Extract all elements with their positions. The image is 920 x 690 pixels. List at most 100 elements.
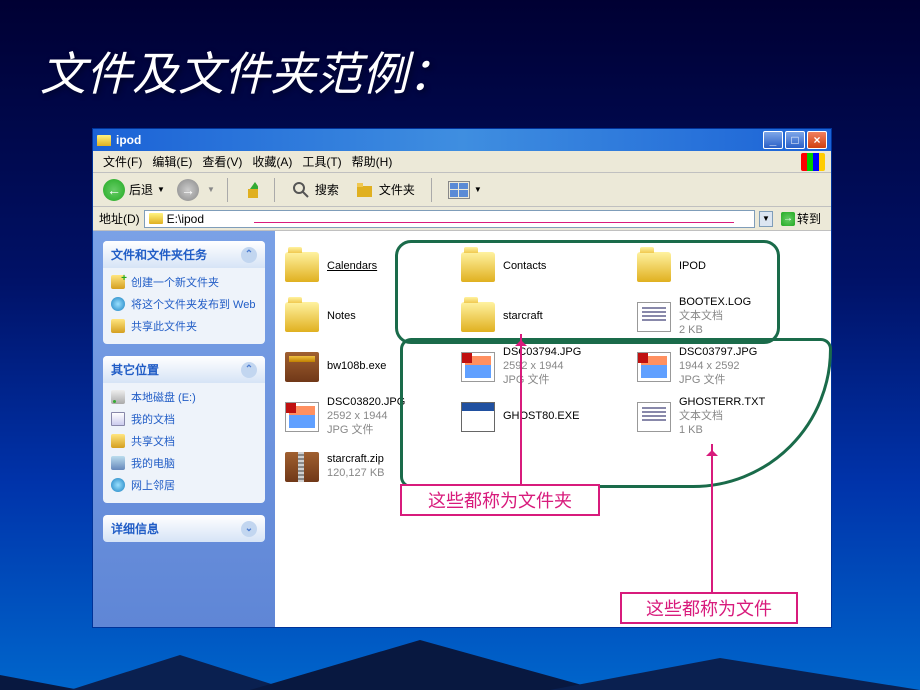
menu-favorites[interactable]: 收藏(A) — [248, 151, 296, 172]
folders-label: 文件夹 — [379, 181, 415, 198]
address-path: E:\ipod — [167, 212, 204, 226]
panel-tasks-title: 文件和文件夹任务 — [111, 246, 207, 263]
computer-icon — [111, 456, 125, 470]
expand-icon: ⌄ — [241, 521, 257, 537]
item-name: IPOD — [679, 260, 706, 274]
globe-icon — [111, 297, 125, 311]
views-icon — [448, 181, 470, 199]
task-label: 共享此文件夹 — [131, 318, 197, 334]
address-bar: 地址(D) E:\ipod ▼ → 转到 — [93, 207, 831, 231]
chevron-down-icon: ▼ — [157, 185, 165, 194]
folder-calendars[interactable]: Calendars — [285, 245, 453, 289]
address-dropdown[interactable]: ▼ — [759, 211, 773, 227]
xp-logo-icon — [801, 153, 825, 171]
folder-contacts[interactable]: Contacts — [461, 245, 629, 289]
folder-icon — [461, 252, 495, 282]
panel-details-header[interactable]: 详细信息 ⌄ — [103, 515, 265, 542]
file-ghosterr-txt[interactable]: GHOSTERR.TXT文本文档1 KB — [637, 395, 805, 439]
jpg-icon — [637, 352, 671, 382]
go-label: 转到 — [797, 210, 821, 227]
item-meta: 2592 x 1944 — [503, 360, 581, 374]
file-dsc03797[interactable]: DSC03797.JPG1944 x 2592JPG 文件 — [637, 345, 805, 389]
place-shared-docs[interactable]: 共享文档 — [111, 433, 257, 449]
address-field[interactable]: E:\ipod — [144, 210, 755, 228]
task-label: 创建一个新文件夹 — [131, 274, 219, 290]
folder-icon — [285, 302, 319, 332]
task-publish-web[interactable]: 将这个文件夹发布到 Web — [111, 296, 257, 312]
folder-ipod[interactable]: IPOD — [637, 245, 805, 289]
folder-icon — [97, 135, 111, 146]
file-dsc03820[interactable]: DSC03820.JPG2592 x 1944JPG 文件 — [285, 395, 453, 439]
forward-button[interactable]: → — [177, 179, 199, 201]
place-network[interactable]: 网上邻居 — [111, 477, 257, 493]
jpg-icon — [285, 402, 319, 432]
place-label: 网上邻居 — [131, 477, 175, 493]
panel-tasks-header[interactable]: 文件和文件夹任务 ⌃ — [103, 241, 265, 268]
menu-file[interactable]: 文件(F) — [99, 151, 146, 172]
close-button[interactable]: × — [807, 131, 827, 149]
item-name: bw108b.exe — [327, 360, 386, 374]
item-meta: JPG 文件 — [679, 374, 757, 388]
panel-other-places: 其它位置 ⌃ 本地磁盘 (E:) 我的文档 共享文档 我的电脑 网上邻居 — [103, 356, 265, 503]
back-icon: ← — [103, 179, 125, 201]
documents-icon — [111, 412, 125, 426]
shared-folder-icon — [111, 434, 125, 448]
sidebar: 文件和文件夹任务 ⌃ 创建一个新文件夹 将这个文件夹发布到 Web 共享此文件夹… — [93, 231, 275, 627]
search-label: 搜索 — [315, 181, 339, 198]
go-button[interactable]: → 转到 — [777, 210, 825, 228]
back-button[interactable]: ← 后退 ▼ — [99, 177, 169, 203]
file-pane: Calendars Contacts IPOD Notes starcraft … — [275, 231, 831, 627]
file-starcraft-zip[interactable]: starcraft.zip120,127 KB — [285, 445, 453, 489]
place-my-computer[interactable]: 我的电脑 — [111, 455, 257, 471]
search-button[interactable]: 搜索 — [287, 178, 343, 202]
panel-tasks: 文件和文件夹任务 ⌃ 创建一个新文件夹 将这个文件夹发布到 Web 共享此文件夹 — [103, 241, 265, 344]
collapse-icon: ⌃ — [241, 362, 257, 378]
folders-button[interactable]: 文件夹 — [351, 178, 419, 202]
share-icon — [111, 319, 125, 333]
item-meta: 1944 x 2592 — [679, 360, 757, 374]
separator — [431, 178, 432, 202]
window-title: ipod — [116, 133, 141, 147]
folders-icon — [355, 180, 375, 200]
folder-icon — [285, 252, 319, 282]
search-icon — [291, 180, 311, 200]
slide-title: 文件及文件夹范例： — [40, 38, 454, 104]
file-ghost80-exe[interactable]: GHOST80.EXE — [461, 395, 629, 439]
menu-edit[interactable]: 编辑(E) — [148, 151, 196, 172]
item-meta: 文本文档 — [679, 310, 751, 324]
item-name: Contacts — [503, 260, 546, 274]
file-dsc03794[interactable]: DSC03794.JPG2592 x 1944JPG 文件 — [461, 345, 629, 389]
place-local-disk[interactable]: 本地磁盘 (E:) — [111, 389, 257, 405]
menu-view[interactable]: 查看(V) — [198, 151, 246, 172]
text-file-icon — [637, 402, 671, 432]
chevron-down-icon: ▼ — [474, 185, 482, 194]
file-bootex-log[interactable]: BOOTEX.LOG文本文档2 KB — [637, 295, 805, 339]
panel-other-header[interactable]: 其它位置 ⌃ — [103, 356, 265, 383]
menu-help[interactable]: 帮助(H) — [348, 151, 397, 172]
panel-details-title: 详细信息 — [111, 520, 159, 537]
place-label: 共享文档 — [131, 433, 175, 449]
network-icon — [111, 478, 125, 492]
menu-tools[interactable]: 工具(T) — [298, 151, 345, 172]
item-name: DSC03794.JPG — [503, 346, 581, 360]
item-meta: 120,127 KB — [327, 467, 385, 481]
exe-icon — [461, 402, 495, 432]
collapse-icon: ⌃ — [241, 247, 257, 263]
new-folder-icon — [111, 275, 125, 289]
up-button[interactable] — [240, 179, 262, 201]
explorer-window: ipod _ □ × 文件(F) 编辑(E) 查看(V) 收藏(A) 工具(T)… — [92, 128, 832, 628]
callout-files: 这些都称为文件 — [620, 592, 798, 624]
maximize-button[interactable]: □ — [785, 131, 805, 149]
titlebar: ipod _ □ × — [93, 129, 831, 151]
folder-starcraft[interactable]: starcraft — [461, 295, 629, 339]
place-my-docs[interactable]: 我的文档 — [111, 411, 257, 427]
separator — [227, 178, 228, 202]
task-label: 将这个文件夹发布到 Web — [131, 296, 255, 312]
task-share[interactable]: 共享此文件夹 — [111, 318, 257, 334]
file-bw108b-exe[interactable]: bw108b.exe — [285, 345, 453, 389]
views-button[interactable]: ▼ — [444, 179, 486, 201]
minimize-button[interactable]: _ — [763, 131, 783, 149]
folder-notes[interactable]: Notes — [285, 295, 453, 339]
place-label: 我的电脑 — [131, 455, 175, 471]
task-new-folder[interactable]: 创建一个新文件夹 — [111, 274, 257, 290]
